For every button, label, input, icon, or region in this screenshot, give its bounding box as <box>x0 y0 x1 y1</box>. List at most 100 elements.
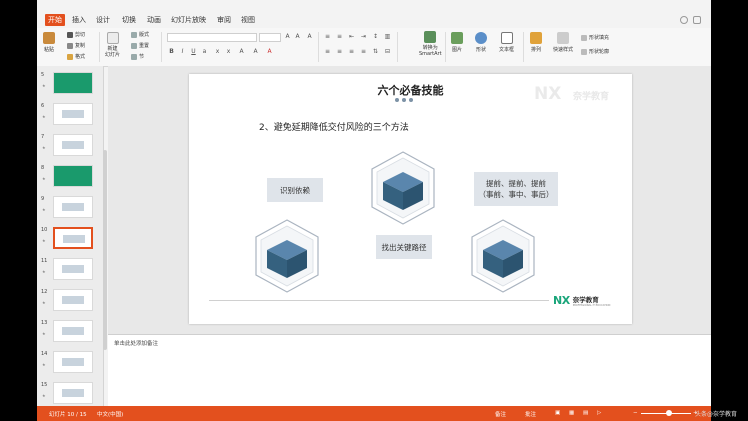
slide-thumbnail[interactable] <box>53 289 93 311</box>
section-button[interactable]: 节 <box>131 53 144 60</box>
normal-view-icon[interactable]: ▣ <box>555 410 560 416</box>
highlight-icon[interactable]: A <box>251 48 260 56</box>
shape-fill-button[interactable]: 形状填充 <box>581 34 609 41</box>
slide-thumbnail-number: 13 <box>41 320 48 326</box>
arrange-button[interactable]: 排列 <box>530 32 542 53</box>
collapse-ribbon-icon[interactable] <box>693 16 701 24</box>
zoom-slider-handle[interactable] <box>666 410 672 416</box>
label-identify-dependencies[interactable]: 识别依赖 <box>267 178 323 202</box>
scissors-icon <box>67 31 73 38</box>
copy-button[interactable]: 复制 <box>67 42 85 49</box>
cut-button[interactable]: 剪切 <box>67 31 85 38</box>
clipboard-icon <box>43 32 55 44</box>
label-critical-path[interactable]: 找出关键路径 <box>376 235 432 259</box>
strikethrough-icon[interactable]: a <box>200 48 209 56</box>
char-spacing-icon[interactable]: A <box>237 48 246 56</box>
slide-thumbnail[interactable] <box>53 382 93 404</box>
font-size-field[interactable] <box>259 33 281 42</box>
italic-icon[interactable]: I <box>178 48 187 56</box>
slideshow-view-icon[interactable]: ▷ <box>597 410 601 416</box>
change-case-icon[interactable]: A <box>305 33 314 41</box>
cube-hexagon-right[interactable] <box>469 218 537 294</box>
bullets-icon[interactable]: ≡ <box>323 33 332 41</box>
font-color-icon[interactable]: A <box>265 48 274 56</box>
line-spacing-icon[interactable]: ↕ <box>371 33 380 41</box>
superscript-icon[interactable]: x <box>213 48 222 56</box>
divider <box>99 32 100 62</box>
text-direction-icon[interactable]: ⇅ <box>371 48 380 56</box>
slide-thumbnail[interactable] <box>53 103 93 125</box>
convert-smartart-button[interactable]: 转换为 SmartArt <box>419 31 442 57</box>
slide-title[interactable]: 六个必备技能 <box>189 82 632 98</box>
zoom-out-icon[interactable]: − <box>633 410 638 416</box>
slide-thumbnail[interactable] <box>53 258 93 280</box>
animation-star-icon: ★ <box>42 114 46 119</box>
label-critical-path-text: 找出关键路径 <box>381 242 427 252</box>
shape-button[interactable]: 形状 <box>475 32 487 53</box>
slide-editor: NX 奈学教育 六个必备技能 2、避免延期降低交付风险的三个方法 识别依赖 提前… <box>108 66 711 334</box>
sorter-view-icon[interactable]: ▦ <box>569 410 574 416</box>
cube-hexagon-left[interactable] <box>253 218 321 294</box>
arrange-icon <box>530 32 542 44</box>
slide-thumbnail[interactable] <box>53 72 93 94</box>
paste-button[interactable]: 粘贴 <box>43 32 55 53</box>
slide-thumbnail[interactable] <box>53 134 93 156</box>
slide-thumbnail[interactable] <box>53 196 93 218</box>
slide-thumbnail[interactable] <box>53 320 93 342</box>
thumbnail-scrollbar[interactable] <box>103 150 107 350</box>
shape-outline-button[interactable]: 形状轮廓 <box>581 48 609 55</box>
layout-button[interactable]: 版式 <box>131 31 149 38</box>
reading-view-icon[interactable]: ▤ <box>583 410 588 416</box>
notes-placeholder[interactable]: 单击此处添加备注 <box>114 339 158 347</box>
underline-icon[interactable]: U <box>189 48 198 56</box>
tab-review[interactable]: 审阅 <box>214 14 234 26</box>
align-left-icon[interactable]: ≡ <box>323 48 332 56</box>
slide-thumbnail[interactable] <box>53 227 93 249</box>
smiley-icon[interactable] <box>680 16 688 24</box>
tab-animations[interactable]: 动画 <box>144 14 164 26</box>
slide-thumbnail-panel[interactable]: 5 ★ 6 ★ 7 ★ 8 ★ 9 ★ 10 ★ 11 ★ 12 ★ 13 ★ 14 ★ 15 ★ <box>37 66 104 406</box>
decrease-indent-icon[interactable]: ⇤ <box>347 33 356 41</box>
thumbnail-content <box>63 235 85 243</box>
slide-thumbnail[interactable] <box>53 351 93 373</box>
slide-thumbnail[interactable] <box>53 165 93 187</box>
decrease-font-icon[interactable]: A <box>293 33 302 41</box>
label-advance[interactable]: 提前、提前、提前 （事前、事中、事后） <box>474 172 558 206</box>
reset-button[interactable]: 重置 <box>131 42 149 49</box>
tab-slideshow[interactable]: 幻灯片放映 <box>168 14 209 26</box>
copy-label: 复制 <box>75 43 86 49</box>
numbering-icon[interactable]: ≡ <box>335 33 344 41</box>
cube-hexagon-top[interactable] <box>369 150 437 226</box>
increase-indent-icon[interactable]: ⇥ <box>359 33 368 41</box>
brand-name: 奈学教育 <box>572 296 599 304</box>
bold-icon[interactable]: B <box>167 48 176 56</box>
animation-star-icon: ★ <box>42 393 46 398</box>
notes-pane[interactable]: 单击此处添加备注 <box>108 334 711 407</box>
new-slide-button[interactable]: 新建 幻灯片 <box>105 32 120 58</box>
align-text-icon[interactable]: ⊟ <box>383 48 392 56</box>
align-right-icon[interactable]: ≡ <box>347 48 356 56</box>
tab-design[interactable]: 设计 <box>93 14 113 26</box>
increase-font-icon[interactable]: A <box>283 33 292 41</box>
subscript-icon[interactable]: x <box>224 48 233 56</box>
columns-icon[interactable]: ▥ <box>383 33 392 41</box>
tab-transitions[interactable]: 切换 <box>119 14 139 26</box>
font-name-field[interactable] <box>167 33 257 42</box>
language-indicator[interactable]: 中文(中国) <box>97 410 123 418</box>
textbox-button[interactable]: 文本框 <box>499 32 514 53</box>
format-painter-button[interactable]: 格式 <box>67 53 85 60</box>
comments-toggle[interactable]: 批注 <box>525 410 536 418</box>
thumbnail-content <box>62 110 84 118</box>
slide-subtitle[interactable]: 2、避免延期降低交付风险的三个方法 <box>259 120 409 133</box>
current-slide[interactable]: NX 奈学教育 六个必备技能 2、避免延期降低交付风险的三个方法 识别依赖 提前… <box>189 74 632 324</box>
notes-toggle[interactable]: 备注 <box>495 410 506 418</box>
tab-home[interactable]: 开始 <box>45 14 65 26</box>
picture-button[interactable]: 图片 <box>451 32 463 53</box>
quick-style-button[interactable]: 快速样式 <box>553 32 573 53</box>
divider <box>161 32 162 62</box>
thumbnail-content <box>62 265 84 273</box>
tab-insert[interactable]: 插入 <box>69 14 89 26</box>
align-center-icon[interactable]: ≡ <box>335 48 344 56</box>
justify-icon[interactable]: ≡ <box>359 48 368 56</box>
tab-view[interactable]: 视图 <box>238 14 258 26</box>
